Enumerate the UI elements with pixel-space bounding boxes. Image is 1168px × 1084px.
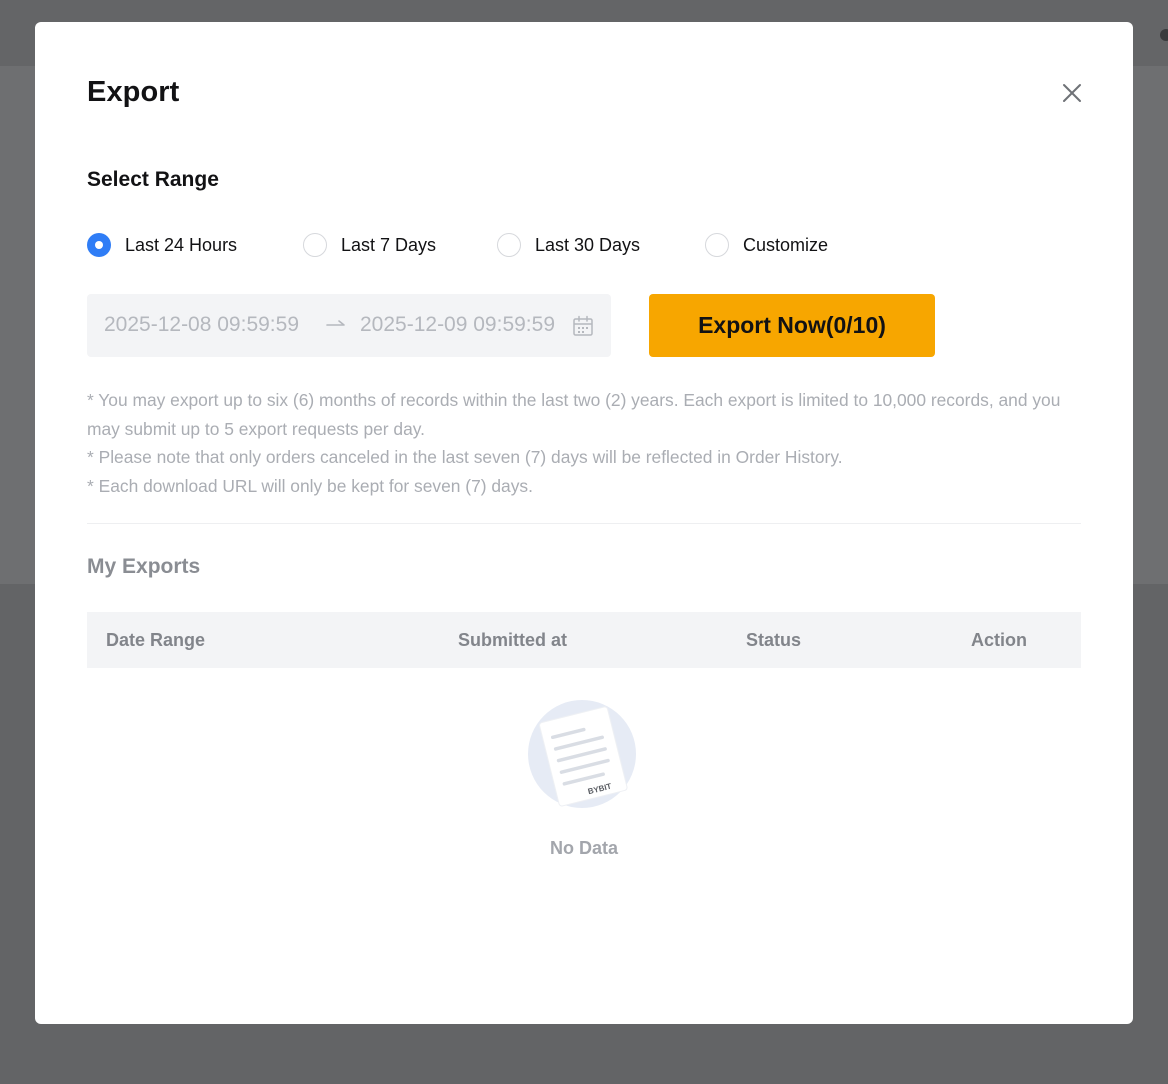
radio-label: Customize — [743, 234, 829, 255]
divider — [87, 523, 1081, 524]
radio-button-checked[interactable] — [87, 233, 111, 257]
my-exports-title: My Exports — [87, 555, 201, 578]
radio-button[interactable] — [303, 233, 327, 257]
radio-label: Last 24 Hours — [125, 234, 238, 255]
radio-last-7-days[interactable]: Last 7 Days — [303, 232, 436, 258]
close-icon — [1063, 84, 1081, 102]
column-header-status: Status — [746, 630, 802, 650]
radio-button[interactable] — [497, 233, 521, 257]
export-dialog: Export Select Range Last 24 Hours Last 7… — [35, 22, 1133, 1024]
column-header-submitted-at: Submitted at — [458, 630, 568, 650]
date-range-picker[interactable]: 2025-12-08 09:59:59 2025-12-09 09:59:59 — [87, 294, 611, 357]
empty-document-illustration: BYBIT — [528, 700, 636, 808]
dialog-title: Export — [87, 76, 180, 108]
arrow-right-icon — [326, 320, 345, 326]
radio-customize[interactable]: Customize — [705, 232, 828, 258]
select-range-label: Select Range — [87, 168, 219, 191]
exports-table-header: Date Range Submitted at Status Action — [87, 612, 1081, 668]
radio-last-24-hours[interactable]: Last 24 Hours — [87, 232, 237, 258]
radio-last-30-days[interactable]: Last 30 Days — [497, 232, 640, 258]
export-notes: * You may export up to six (6) months of… — [87, 386, 1081, 500]
column-header-action: Action — [971, 630, 1027, 650]
radio-label: Last 30 Days — [535, 234, 641, 255]
empty-state-text: No Data — [549, 838, 618, 858]
calendar-icon[interactable] — [571, 314, 595, 338]
export-now-button[interactable]: Export Now(0/10) — [649, 294, 935, 357]
background-avatar — [1160, 29, 1168, 41]
column-header-date-range: Date Range — [106, 630, 206, 650]
radio-label: Last 7 Days — [341, 234, 437, 255]
end-date-input[interactable]: 2025-12-09 09:59:59 — [360, 313, 566, 337]
start-date-input[interactable]: 2025-12-08 09:59:59 — [104, 313, 310, 337]
note-text: * Each download URL will only be kept fo… — [87, 475, 533, 496]
close-button[interactable] — [1057, 78, 1087, 108]
note-text: * Please note that only orders canceled … — [87, 447, 843, 468]
note-text: * You may export up to six (6) months of… — [87, 390, 1061, 439]
radio-button[interactable] — [705, 233, 729, 257]
